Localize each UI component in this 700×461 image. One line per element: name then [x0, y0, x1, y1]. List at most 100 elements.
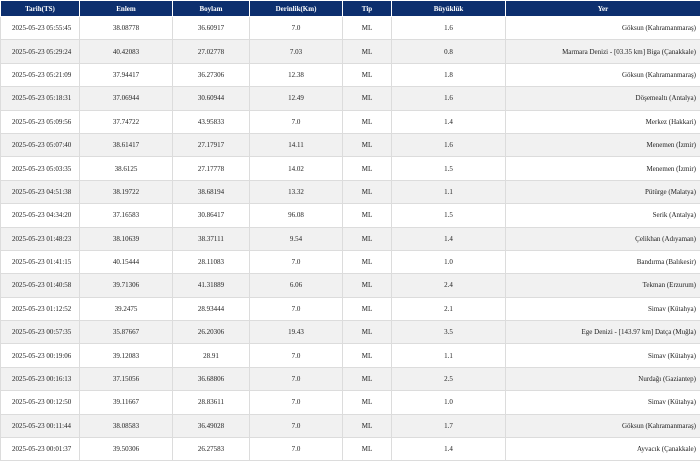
cell-date: 2025-05-23 05:07:40 [1, 133, 80, 156]
cell-depth: 6.06 [250, 274, 343, 297]
table-row[interactable]: 2025-05-23 01:41:1540.1544428.110837.0ML… [1, 250, 700, 273]
cell-type: ML [343, 17, 392, 40]
table-row[interactable]: 2025-05-23 00:57:3535.8766726.2030619.43… [1, 321, 700, 344]
table-row[interactable]: 2025-05-23 00:11:4438.0858336.490287.0ML… [1, 414, 700, 437]
table-row[interactable]: 2025-05-23 04:34:2037.1658330.8641796.08… [1, 204, 700, 227]
cell-place: Marmara Denizi - [03.35 km] Biga (Çanakk… [506, 40, 700, 63]
cell-date: 2025-05-23 01:48:23 [1, 227, 80, 250]
cell-place: Göksun (Kahramanmaraş) [506, 414, 700, 437]
cell-magnitude: 0.8 [392, 40, 506, 63]
cell-place: Nurdağı (Gaziantep) [506, 367, 700, 390]
table-row[interactable]: 2025-05-23 05:55:4538.0877836.609177.0ML… [1, 17, 700, 40]
table-row[interactable]: 2025-05-23 01:40:5839.7130641.318896.06M… [1, 274, 700, 297]
cell-place: Menemen (İzmir) [506, 133, 700, 156]
cell-latitude: 40.15444 [80, 250, 173, 273]
header-type[interactable]: Tip [343, 1, 392, 17]
cell-longitude: 38.68194 [173, 180, 250, 203]
cell-longitude: 30.60944 [173, 87, 250, 110]
cell-magnitude: 3.5 [392, 321, 506, 344]
cell-latitude: 39.71306 [80, 274, 173, 297]
cell-depth: 9.54 [250, 227, 343, 250]
cell-longitude: 28.93444 [173, 297, 250, 320]
table-body: 2025-05-23 05:55:4538.0877836.609177.0ML… [1, 17, 700, 461]
table-row[interactable]: 2025-05-23 04:51:3838.1972238.6819413.32… [1, 180, 700, 203]
cell-latitude: 39.50306 [80, 438, 173, 461]
table-row[interactable]: 2025-05-23 05:03:3538.612527.1777814.02M… [1, 157, 700, 180]
cell-latitude: 38.08778 [80, 17, 173, 40]
cell-depth: 14.02 [250, 157, 343, 180]
cell-latitude: 37.06944 [80, 87, 173, 110]
table-row[interactable]: 2025-05-23 00:12:5039.1166728.836117.0ML… [1, 391, 700, 414]
header-longitude[interactable]: Boylam [173, 1, 250, 17]
cell-latitude: 38.19722 [80, 180, 173, 203]
cell-date: 2025-05-23 04:51:38 [1, 180, 80, 203]
cell-place: Göksun (Kahramanmaraş) [506, 17, 700, 40]
cell-depth: 7.0 [250, 438, 343, 461]
header-magnitude[interactable]: Büyüklük [392, 1, 506, 17]
cell-latitude: 37.74722 [80, 110, 173, 133]
cell-type: ML [343, 414, 392, 437]
cell-magnitude: 1.1 [392, 180, 506, 203]
cell-longitude: 30.86417 [173, 204, 250, 227]
cell-magnitude: 1.5 [392, 204, 506, 227]
cell-longitude: 26.20306 [173, 321, 250, 344]
cell-depth: 7.0 [250, 17, 343, 40]
cell-date: 2025-05-23 00:12:50 [1, 391, 80, 414]
cell-latitude: 38.6125 [80, 157, 173, 180]
table-row[interactable]: 2025-05-23 01:12:5239.247528.934447.0ML2… [1, 297, 700, 320]
cell-longitude: 28.91 [173, 344, 250, 367]
cell-depth: 7.0 [250, 414, 343, 437]
table-row[interactable]: 2025-05-23 00:16:1337.1505636.688067.0ML… [1, 367, 700, 390]
header-place[interactable]: Yer [506, 1, 700, 17]
cell-magnitude: 1.0 [392, 250, 506, 273]
table-row[interactable]: 2025-05-23 01:48:2338.1063938.371119.54M… [1, 227, 700, 250]
cell-depth: 96.08 [250, 204, 343, 227]
cell-magnitude: 1.1 [392, 344, 506, 367]
cell-date: 2025-05-23 05:03:35 [1, 157, 80, 180]
cell-type: ML [343, 321, 392, 344]
cell-latitude: 39.11667 [80, 391, 173, 414]
header-latitude[interactable]: Enlem [80, 1, 173, 17]
cell-longitude: 36.49028 [173, 414, 250, 437]
cell-longitude: 28.11083 [173, 250, 250, 273]
cell-magnitude: 2.1 [392, 297, 506, 320]
cell-longitude: 26.27583 [173, 438, 250, 461]
cell-place: Menemen (İzmir) [506, 157, 700, 180]
table-row[interactable]: 2025-05-23 00:19:0639.1208328.917.0ML1.1… [1, 344, 700, 367]
cell-date: 2025-05-23 01:40:58 [1, 274, 80, 297]
header-depth[interactable]: Derinlik(Km) [250, 1, 343, 17]
cell-longitude: 43.95833 [173, 110, 250, 133]
cell-latitude: 38.61417 [80, 133, 173, 156]
cell-date: 2025-05-23 00:16:13 [1, 367, 80, 390]
cell-depth: 13.32 [250, 180, 343, 203]
cell-date: 2025-05-23 00:01:37 [1, 438, 80, 461]
cell-type: ML [343, 274, 392, 297]
cell-place: Simav (Kütahya) [506, 297, 700, 320]
table-row[interactable]: 2025-05-23 05:21:0937.9441736.2730612.38… [1, 63, 700, 86]
cell-depth: 7.0 [250, 344, 343, 367]
cell-magnitude: 2.4 [392, 274, 506, 297]
cell-type: ML [343, 250, 392, 273]
table-row[interactable]: 2025-05-23 05:07:4038.6141727.1791714.11… [1, 133, 700, 156]
cell-longitude: 28.83611 [173, 391, 250, 414]
cell-depth: 7.0 [250, 391, 343, 414]
table-row[interactable]: 2025-05-23 05:09:5637.7472243.958337.0ML… [1, 110, 700, 133]
cell-date: 2025-05-23 05:18:31 [1, 87, 80, 110]
header-date[interactable]: Tarih(TS) [1, 1, 80, 17]
table-row[interactable]: 2025-05-23 00:01:3739.5030626.275837.0ML… [1, 438, 700, 461]
cell-latitude: 38.08583 [80, 414, 173, 437]
cell-longitude: 36.68806 [173, 367, 250, 390]
table-row[interactable]: 2025-05-23 05:18:3137.0694430.6094412.49… [1, 87, 700, 110]
cell-magnitude: 1.4 [392, 110, 506, 133]
cell-place: Simav (Kütahya) [506, 391, 700, 414]
cell-depth: 7.03 [250, 40, 343, 63]
cell-depth: 7.0 [250, 250, 343, 273]
cell-magnitude: 1.6 [392, 87, 506, 110]
cell-latitude: 39.12083 [80, 344, 173, 367]
cell-type: ML [343, 133, 392, 156]
cell-magnitude: 1.5 [392, 157, 506, 180]
cell-date: 2025-05-23 04:34:20 [1, 204, 80, 227]
cell-date: 2025-05-23 00:57:35 [1, 321, 80, 344]
table-row[interactable]: 2025-05-23 05:29:2440.4208327.027787.03M… [1, 40, 700, 63]
cell-date: 2025-05-23 01:41:15 [1, 250, 80, 273]
